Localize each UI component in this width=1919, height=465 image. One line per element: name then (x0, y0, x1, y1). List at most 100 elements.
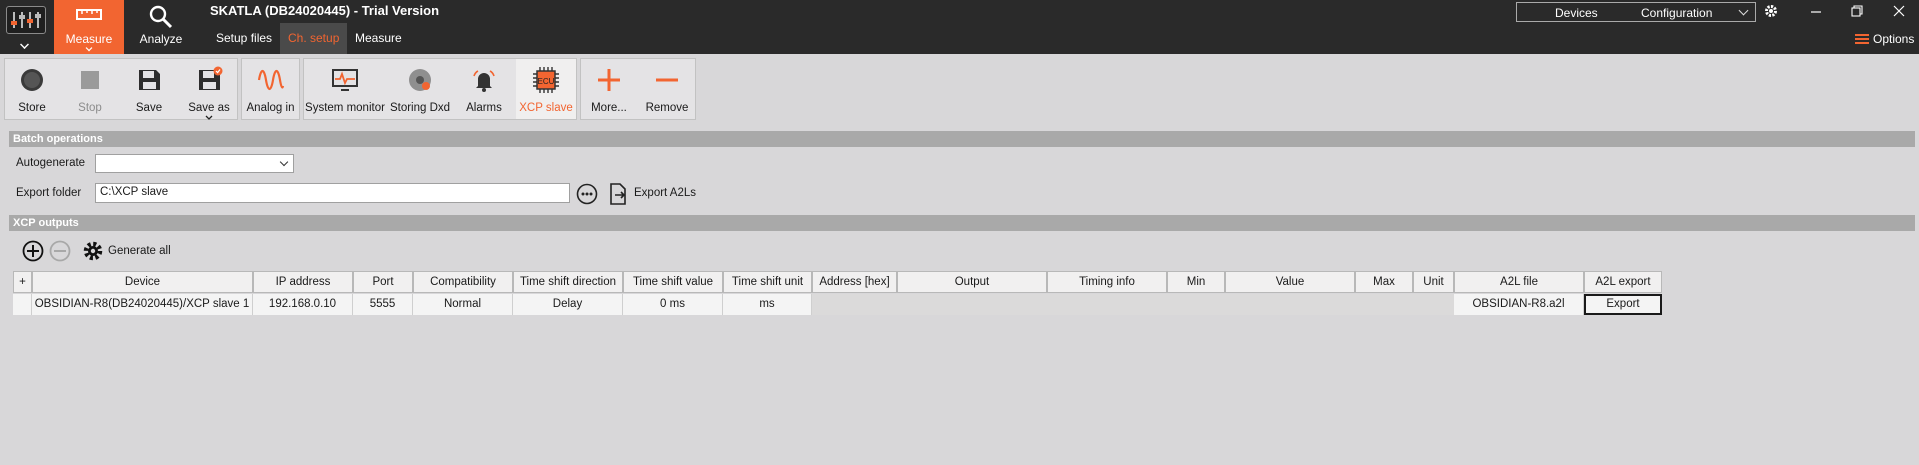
cell-device[interactable]: OBSIDIAN-R8(DB24020445)/XCP slave 1 (32, 294, 253, 315)
generate-all-button[interactable]: Generate all (82, 240, 172, 262)
export-folder-label: Export folder (16, 187, 82, 199)
analog-in-button[interactable]: Analog in (242, 59, 299, 119)
generate-all-label: Generate all (108, 245, 171, 257)
column-header-device[interactable]: Device (32, 271, 253, 293)
column-header-ip[interactable]: IP address (253, 271, 353, 293)
browse-icon[interactable] (576, 183, 598, 205)
gear-icon[interactable] (1764, 4, 1778, 18)
column-header-compatibility[interactable]: Compatibility (413, 271, 513, 293)
devices-label: Devices (1555, 6, 1598, 20)
xcp-slave-label: XCP slave (519, 102, 573, 114)
storing-dxd-button[interactable]: Storing Dxd (388, 59, 452, 119)
analog-in-label: Analog in (246, 102, 295, 114)
tab-ch-setup[interactable]: Ch. setup (280, 23, 348, 54)
column-header-timing-info[interactable]: Timing info (1047, 271, 1167, 293)
export-folder-input[interactable]: C:\XCP slave (95, 183, 570, 203)
disc-icon (409, 69, 431, 91)
tab-analyze-label: Analyze (139, 32, 183, 46)
store-label: Store (18, 102, 46, 114)
batch-operations-header: Batch operations (9, 131, 1915, 147)
column-header-min[interactable]: Min (1167, 271, 1225, 293)
save-as-icon (199, 66, 223, 90)
alarms-button[interactable]: Alarms (454, 59, 514, 119)
minus-icon (656, 78, 678, 82)
column-header-ts-direction[interactable]: Time shift direction (513, 271, 623, 293)
ecu-chip-icon: ECU (533, 67, 559, 93)
tab-setup-files[interactable]: Setup files (208, 23, 280, 54)
add-circle-icon[interactable] (22, 240, 44, 262)
chevron-down-icon (279, 157, 289, 167)
storing-dxd-label: Storing Dxd (389, 102, 451, 114)
column-header-value[interactable]: Value (1225, 271, 1355, 293)
floppy-disk-icon (139, 70, 160, 90)
minimize-icon[interactable] (1810, 6, 1822, 18)
export-a2ls-label: Export A2Ls (634, 187, 697, 199)
close-icon[interactable] (1893, 5, 1905, 17)
column-header-unit[interactable]: Unit (1413, 271, 1454, 293)
store-button[interactable]: Store (5, 59, 59, 119)
remove-circle-icon[interactable] (49, 240, 71, 262)
ribbon-toolbar: Store Stop Save Save as Analog in System… (0, 54, 1919, 123)
device-configuration-select[interactable]: Devices Configuration (1516, 2, 1756, 22)
export-a2ls-button[interactable]: Export A2Ls (608, 183, 698, 205)
column-header-output[interactable]: Output (897, 271, 1047, 293)
export-folder-value: C:\XCP slave (100, 186, 169, 198)
ribbon-group-analog: Analog in (241, 58, 300, 120)
cell-ip[interactable]: 192.168.0.10 (253, 294, 353, 315)
cell-port[interactable]: 5555 (353, 294, 413, 315)
more-button[interactable]: More... (581, 59, 637, 119)
column-header-ts-unit[interactable]: Time shift unit (723, 271, 812, 293)
monitor-icon (332, 69, 358, 91)
plus-icon (598, 69, 620, 91)
column-header-address[interactable]: Address [hex] (812, 271, 897, 293)
chevron-down-icon (205, 115, 213, 120)
column-header-a2l-file[interactable]: A2L file (1454, 271, 1584, 293)
xcp-slave-button[interactable]: ECU XCP slave (516, 59, 576, 119)
stop-button[interactable]: Stop (63, 59, 117, 119)
column-header-a2l-export[interactable]: A2L export (1584, 271, 1662, 293)
svg-text:ECU: ECU (538, 77, 555, 86)
remove-button[interactable]: Remove (639, 59, 695, 119)
cell-ts-unit[interactable]: ms (723, 294, 812, 315)
bell-icon (473, 70, 495, 92)
window-title: SKATLA (DB24020445) - Trial Version (210, 3, 440, 18)
cell-compatibility[interactable]: Normal (413, 294, 513, 315)
system-monitor-button[interactable]: System monitor (304, 59, 386, 119)
tab-measure[interactable]: Measure (54, 0, 124, 54)
cell-a2l-file[interactable]: OBSIDIAN-R8.a2l (1454, 294, 1584, 315)
column-header-port[interactable]: Port (353, 271, 413, 293)
hamburger-icon (1855, 34, 1869, 44)
more-label: More... (591, 102, 627, 114)
cell-ts-direction[interactable]: Delay (513, 294, 623, 315)
alarms-label: Alarms (466, 102, 502, 114)
autogenerate-label: Autogenerate (16, 157, 86, 169)
autogenerate-select[interactable] (95, 154, 294, 173)
stop-icon (81, 71, 99, 89)
mixer-icon (6, 6, 46, 34)
tab-analyze[interactable]: Analyze (126, 0, 196, 54)
save-button[interactable]: Save (123, 59, 175, 119)
tab-measure-sub[interactable]: Measure (347, 23, 410, 54)
export-file-icon (610, 183, 626, 205)
row-handle[interactable] (13, 294, 32, 315)
configuration-label: Configuration (1641, 6, 1713, 20)
options-label: Options (1873, 32, 1915, 46)
export-button[interactable]: Export (1584, 294, 1662, 315)
record-icon (21, 69, 43, 91)
cell-ts-value[interactable]: 0 ms (623, 294, 723, 315)
ribbon-group-edit: More... Remove (580, 58, 696, 120)
chevron-down-icon (20, 40, 29, 49)
chevron-down-icon (1738, 5, 1749, 16)
ribbon-group-storage: Store Stop Save Save as (4, 58, 238, 120)
options-button[interactable]: Options (1855, 32, 1914, 46)
xcp-outputs-header: XCP outputs (9, 215, 1915, 231)
ribbon-group-channels: System monitor Storing Dxd Alarms ECU XC… (303, 58, 577, 120)
save-as-button[interactable]: Save as (181, 59, 237, 120)
column-header-ts-value[interactable]: Time shift value (623, 271, 723, 293)
column-header-add[interactable]: + (13, 271, 32, 293)
restore-icon[interactable] (1851, 5, 1863, 17)
column-header-max[interactable]: Max (1355, 271, 1413, 293)
ruler-icon (76, 9, 102, 20)
app-menu-button[interactable] (6, 6, 46, 52)
save-as-label: Save as (188, 102, 230, 114)
